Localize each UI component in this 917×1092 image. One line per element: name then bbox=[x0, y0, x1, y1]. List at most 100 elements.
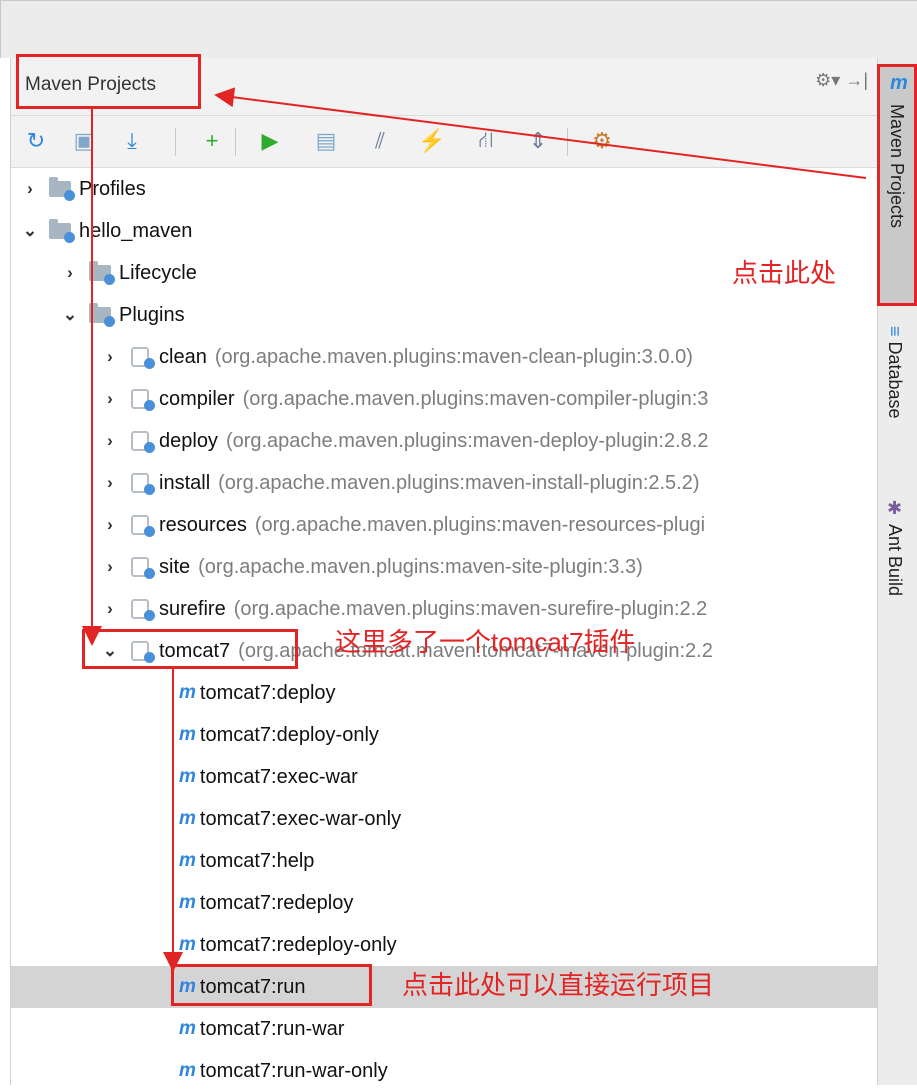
skip-tests-button[interactable]: ⚡ bbox=[415, 124, 449, 158]
tree-item-label: tomcat7:run bbox=[199, 975, 306, 998]
plugin-icon bbox=[127, 597, 155, 621]
maven-goal-icon: m bbox=[179, 682, 196, 703]
maven-projects-panel: Maven Projects ⚙▾ →| ↻ ▣ ⤓ + ▶ ▤ ⫽ ⚡ ⛙ ⇕ ⚙ › Profil… bbox=[10, 58, 878, 1085]
tree-item-label: tomcat7:redeploy bbox=[199, 891, 354, 914]
maven-icon: m bbox=[890, 72, 908, 94]
download-button[interactable]: ⤓ bbox=[115, 124, 149, 158]
tree-item-label: deploy bbox=[159, 429, 218, 452]
database-icon: ≡ bbox=[885, 326, 905, 342]
tree-item-coordinates: (org.apache.maven.plugins:maven-resource… bbox=[254, 513, 706, 536]
toolbar-separator bbox=[567, 128, 568, 156]
tree-item-label: tomcat7:deploy-only bbox=[199, 723, 379, 746]
toggle-offline-button[interactable]: ⫽ bbox=[363, 124, 397, 158]
chevron-down-icon[interactable]: ⌄ bbox=[19, 221, 41, 241]
tree-item-coordinates: (org.apache.maven.plugins:maven-clean-pl… bbox=[214, 345, 693, 368]
chevron-right-icon[interactable]: › bbox=[99, 557, 121, 577]
tree-item-tomcat7-exec-war-only[interactable]: m tomcat7:exec-war-only bbox=[11, 798, 878, 840]
dependencies-icon: ⛙ bbox=[478, 126, 494, 152]
tree-item-coordinates: (org.apache.maven.plugins:maven-surefire… bbox=[233, 597, 708, 620]
tree-item-label: tomcat7:exec-war-only bbox=[199, 807, 402, 830]
tree-item-label: tomcat7:exec-war bbox=[199, 765, 358, 788]
chevron-down-icon[interactable]: ⌄ bbox=[59, 305, 81, 325]
tree-item-hello-maven[interactable]: ⌄ hello_maven bbox=[11, 210, 878, 252]
annotation-click-here: 点击此处 bbox=[732, 258, 837, 288]
generate-sources-button[interactable]: ▣ bbox=[67, 124, 101, 158]
dependencies-button[interactable]: ⛙ bbox=[469, 124, 503, 158]
tab-database[interactable]: ≡ Database bbox=[884, 326, 905, 419]
ant-icon: ✱ bbox=[885, 498, 905, 525]
chevron-right-icon[interactable]: › bbox=[99, 389, 121, 409]
tree-item-clean[interactable]: › clean (org.apache.maven.plugins:maven-cl… bbox=[11, 336, 878, 378]
right-tool-strip: m Maven Projects ≡ Database ✱ Ant Build bbox=[877, 58, 917, 1085]
tree-item-tomcat7-redeploy[interactable]: m tomcat7:redeploy bbox=[11, 882, 878, 924]
collapse-all-button[interactable]: ⇕ bbox=[521, 124, 555, 158]
panel-settings-icon[interactable]: ⚙▾ →| bbox=[815, 70, 868, 91]
reimport-icon: ↻ bbox=[26, 128, 46, 153]
chevron-right-icon[interactable]: › bbox=[99, 515, 121, 535]
tree-item-coordinates: (org.apache.maven.plugins:maven-deploy-p… bbox=[225, 429, 709, 452]
tree-item-label: tomcat7:run-war bbox=[199, 1017, 345, 1040]
chevron-right-icon[interactable]: › bbox=[59, 263, 81, 283]
run-button[interactable]: ▶ bbox=[253, 124, 287, 158]
maven-module-icon bbox=[47, 219, 75, 243]
plugin-icon bbox=[127, 513, 155, 537]
plugin-icon bbox=[127, 387, 155, 411]
tree-item-label: clean bbox=[159, 345, 207, 368]
tab-maven-projects[interactable]: m Maven Projects bbox=[878, 66, 917, 306]
tree-item-install[interactable]: › install (org.apache.maven.plugins:maven-… bbox=[11, 462, 878, 504]
tree-item-label: Plugins bbox=[119, 303, 185, 326]
tree-item-label: Lifecycle bbox=[119, 261, 197, 284]
tree-item-label: hello_maven bbox=[79, 219, 193, 242]
tree-item-tomcat7-run-war[interactable]: m tomcat7:run-war bbox=[11, 1008, 878, 1050]
window-top-bar bbox=[0, 0, 917, 58]
maven-toolbar: ↻ ▣ ⤓ + ▶ ▤ ⫽ ⚡ ⛙ ⇕ ⚙ bbox=[11, 116, 878, 168]
tree-item-tomcat7-run-war-only[interactable]: m tomcat7:run-war-only bbox=[11, 1050, 878, 1092]
tree-item-tomcat7-redeploy-only[interactable]: m tomcat7:redeploy-only bbox=[11, 924, 878, 966]
reimport-button[interactable]: ↻ bbox=[19, 124, 53, 158]
tree-item-tomcat7-deploy-only[interactable]: m tomcat7:deploy-only bbox=[11, 714, 878, 756]
tree-item-tomcat7-help[interactable]: m tomcat7:help bbox=[11, 840, 878, 882]
chevron-right-icon[interactable]: › bbox=[99, 431, 121, 451]
plugin-icon bbox=[127, 555, 155, 579]
tree-item-deploy[interactable]: › deploy (org.apache.maven.plugins:maven-d… bbox=[11, 420, 878, 462]
plugin-icon bbox=[127, 471, 155, 495]
chevron-right-icon[interactable]: › bbox=[99, 347, 121, 367]
maven-goal-icon: m bbox=[179, 724, 196, 745]
folder-icon bbox=[87, 303, 115, 327]
panel-header: Maven Projects ⚙▾ →| bbox=[11, 58, 878, 116]
maven-goal-icon: m bbox=[179, 850, 196, 871]
folder-icon bbox=[47, 177, 75, 201]
maven-goal-icon: m bbox=[179, 892, 196, 913]
annotation-run-directly: 点击此处可以直接运行项目 bbox=[402, 970, 715, 1000]
tab-maven-projects-label: Maven Projects bbox=[887, 104, 907, 229]
chevron-down-icon[interactable]: ⌄ bbox=[99, 641, 121, 661]
generate-sources-icon: ▣ bbox=[73, 128, 95, 153]
tree-item-coordinates: (org.apache.maven.plugins:maven-site-plu… bbox=[198, 555, 643, 578]
maven-goal-icon: m bbox=[179, 1060, 196, 1081]
maven-goal-icon: m bbox=[179, 808, 196, 829]
tree-item-profiles[interactable]: › Profiles bbox=[11, 168, 878, 210]
tree-item-tomcat7-deploy[interactable]: m tomcat7:deploy bbox=[11, 672, 878, 714]
chevron-right-icon[interactable]: › bbox=[99, 473, 121, 493]
toggle-offline-icon: ⫽ bbox=[375, 128, 385, 153]
settings-icon: ⚙ bbox=[592, 128, 612, 153]
tab-ant-build[interactable]: ✱ Ant Build bbox=[884, 498, 906, 596]
toolbar-separator bbox=[235, 128, 236, 156]
tree-item-plugins[interactable]: ⌄ Plugins bbox=[11, 294, 878, 336]
tree-item-site[interactable]: › site (org.apache.maven.plugins:maven-sit… bbox=[11, 546, 878, 588]
add-button[interactable]: + bbox=[195, 124, 229, 158]
maven-goal-icon: m bbox=[179, 934, 196, 955]
plugin-icon bbox=[127, 345, 155, 369]
tree-item-label: Profiles bbox=[79, 177, 146, 200]
settings-button[interactable]: ⚙ bbox=[585, 124, 619, 158]
tree-item-tomcat7-exec-war[interactable]: m tomcat7:exec-war bbox=[11, 756, 878, 798]
download-icon: ⤓ bbox=[127, 128, 137, 153]
execute-goal-button[interactable]: ▤ bbox=[309, 124, 343, 158]
tree-item-compiler[interactable]: › compiler (org.apache.maven.plugins:maven… bbox=[11, 378, 878, 420]
tab-ant-build-label: Ant Build bbox=[885, 524, 905, 597]
tree-item-label: tomcat7:help bbox=[199, 849, 315, 872]
chevron-right-icon[interactable]: › bbox=[19, 179, 41, 199]
tree-item-resources[interactable]: › resources (org.apache.maven.plugins:mave… bbox=[11, 504, 878, 546]
tree-item-label: compiler bbox=[159, 387, 235, 410]
chevron-right-icon[interactable]: › bbox=[99, 599, 121, 619]
